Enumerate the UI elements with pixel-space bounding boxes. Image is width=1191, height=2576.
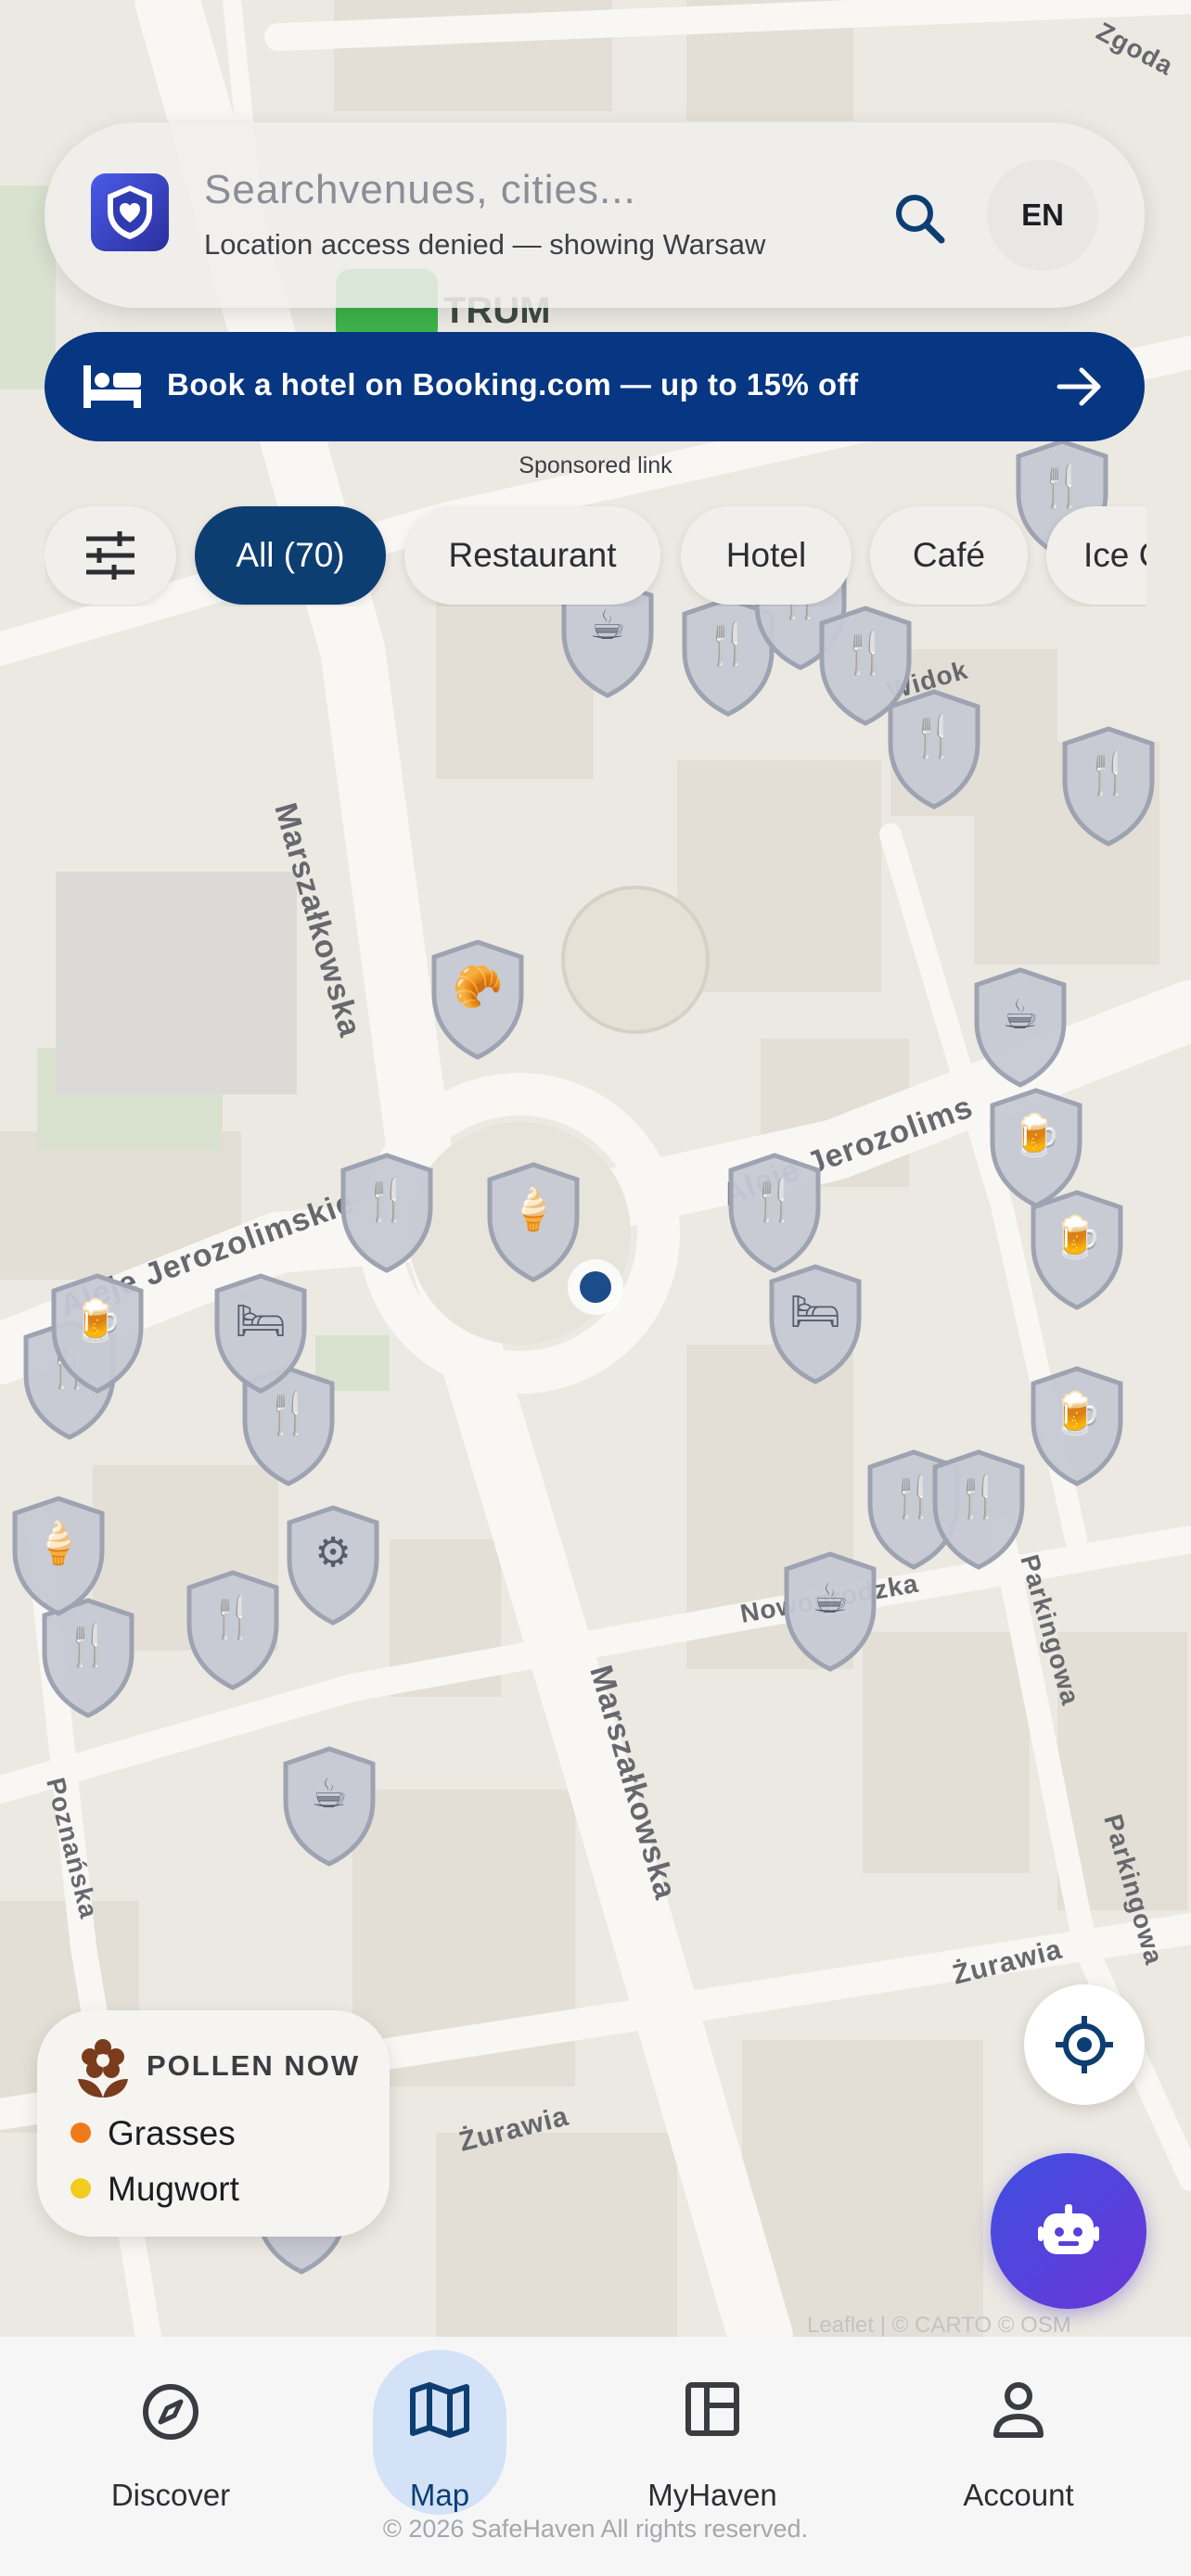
ice-cream-icon: 🍦: [32, 1520, 84, 1567]
coffee-icon: ☕: [1002, 991, 1039, 1039]
filter-chip-ice-cream[interactable]: Ice Cream: [1046, 506, 1146, 605]
cutlery-icon: 🍴: [908, 713, 960, 760]
bed-icon: [83, 365, 141, 408]
location-status-text: Location access denied — showing Warsaw: [204, 228, 766, 261]
pollen-item: Grasses: [70, 2114, 236, 2153]
filter-settings-button[interactable]: [45, 506, 176, 605]
bed-icon: 🛏: [235, 1297, 287, 1345]
venue-pin[interactable]: 🍴: [928, 1447, 1030, 1571]
cutlery-icon: 🍴: [361, 1177, 413, 1224]
venue-pin[interactable]: ☕: [969, 964, 1071, 1089]
search-card: Searchvenues, cities... Location access …: [45, 122, 1145, 308]
filter-chip-hotel[interactable]: Hotel: [681, 506, 852, 605]
cutlery-icon: 🍴: [953, 1473, 1005, 1521]
sponsored-label: Sponsored link: [519, 453, 672, 478]
search-button[interactable]: [879, 178, 959, 258]
venue-pin[interactable]: 🍺: [1026, 1187, 1128, 1311]
beer-icon: 🍺: [1010, 1112, 1062, 1159]
pollen-item: Mugwort: [70, 2170, 239, 2209]
flower-icon: [78, 2039, 128, 2098]
assistant-bot-button[interactable]: [991, 2153, 1146, 2309]
filter-chip-all[interactable]: All (70): [195, 506, 386, 605]
cutlery-icon: 🍴: [839, 630, 891, 677]
cutlery-icon: 🍴: [207, 1594, 259, 1641]
cutlery-icon: 🍴: [749, 1177, 800, 1224]
coffee-icon: ☕: [311, 1770, 348, 1817]
venue-pin[interactable]: 🍴: [182, 1567, 284, 1691]
beer-icon: 🍺: [1051, 1214, 1103, 1261]
app-logo: [91, 173, 169, 251]
booking-ad-text: Book a hotel on Booking.com — up to 15% …: [167, 367, 859, 402]
coffee-icon: ☕: [812, 1575, 849, 1623]
venue-pin[interactable]: 🍦: [7, 1493, 109, 1617]
venue-pin[interactable]: ⚙: [282, 1502, 384, 1626]
pollen-item-label: Grasses: [108, 2114, 236, 2152]
venue-pin[interactable]: 🥐: [427, 937, 529, 1061]
compass-icon: [143, 2384, 198, 2440]
cutlery-icon: 🍴: [62, 1622, 114, 1669]
arrow-right-icon: [1057, 367, 1101, 406]
nav-label: Account: [963, 2478, 1074, 2512]
nav-label: MyHaven: [647, 2478, 777, 2512]
map-attribution: Leaflet | © CARTO © OSM: [807, 2313, 1071, 2337]
bakery-icon: 🥐: [452, 963, 504, 1011]
sliders-icon: [86, 531, 134, 580]
venue-pin[interactable]: 🍴: [336, 1150, 438, 1274]
nav-item-account[interactable]: Account: [916, 2352, 1121, 2537]
pollen-dot-grasses: [70, 2123, 91, 2144]
coffee-icon: ☕: [589, 602, 626, 649]
footer-copyright: © 2026 SafeHaven All rights reserved.: [382, 2515, 809, 2543]
nav-item-myhaven[interactable]: MyHaven: [610, 2352, 814, 2537]
search-input[interactable]: Searchvenues, cities...: [204, 167, 636, 213]
nav-item-map[interactable]: Map: [338, 2352, 542, 2537]
venue-pin[interactable]: 🍦: [482, 1159, 584, 1283]
venue-pin[interactable]: 🛏: [210, 1270, 312, 1395]
beer-icon: 🍺: [71, 1297, 123, 1345]
venue-pin[interactable]: 🛏: [764, 1261, 866, 1385]
nav-item-discover[interactable]: Discover: [69, 2352, 273, 2537]
pollen-item-label: Mugwort: [108, 2170, 239, 2208]
filter-chip-restaurant[interactable]: Restaurant: [404, 506, 660, 605]
search-icon: [896, 195, 945, 244]
pollen-title: POLLEN NOW: [147, 2049, 361, 2082]
crosshair-icon: [1056, 2016, 1113, 2073]
robot-icon: [1038, 2204, 1099, 2254]
venue-pin[interactable]: 🍴: [724, 1150, 826, 1274]
gear-icon: ⚙: [314, 1529, 352, 1576]
venue-pin[interactable]: 🍺: [1026, 1363, 1128, 1487]
pollen-card[interactable]: POLLEN NOW Grasses Mugwort: [37, 2010, 390, 2237]
nav-label: Discover: [110, 2478, 231, 2512]
cutlery-icon: 🍴: [263, 1390, 314, 1437]
layout-icon: [685, 2382, 739, 2436]
venue-pin[interactable]: 🍴: [883, 686, 985, 810]
venue-pin[interactable]: 🍴: [1057, 723, 1159, 848]
map-icon: [410, 2382, 469, 2438]
venue-pin[interactable]: 🍺: [46, 1270, 148, 1395]
bed-icon: 🛏: [789, 1288, 841, 1335]
person-icon: [993, 2382, 1044, 2438]
pollen-dot-mugwort: [70, 2178, 91, 2200]
booking-ad-banner[interactable]: Book a hotel on Booking.com — up to 15% …: [45, 332, 1145, 441]
filter-chip-cafe[interactable]: Café: [870, 506, 1028, 605]
venue-pin[interactable]: ☕: [779, 1549, 881, 1673]
nav-label: Map: [409, 2478, 470, 2512]
beer-icon: 🍺: [1051, 1390, 1103, 1437]
locate-me-button[interactable]: [1024, 1984, 1145, 2105]
language-button[interactable]: EN: [987, 159, 1098, 271]
venue-pin[interactable]: ☕: [278, 1743, 380, 1868]
cutlery-icon: 🍴: [1082, 750, 1134, 797]
ice-cream-icon: 🍦: [507, 1186, 559, 1233]
filter-chips: All (70) Restaurant Hotel Café Ice Cream: [45, 504, 1146, 606]
